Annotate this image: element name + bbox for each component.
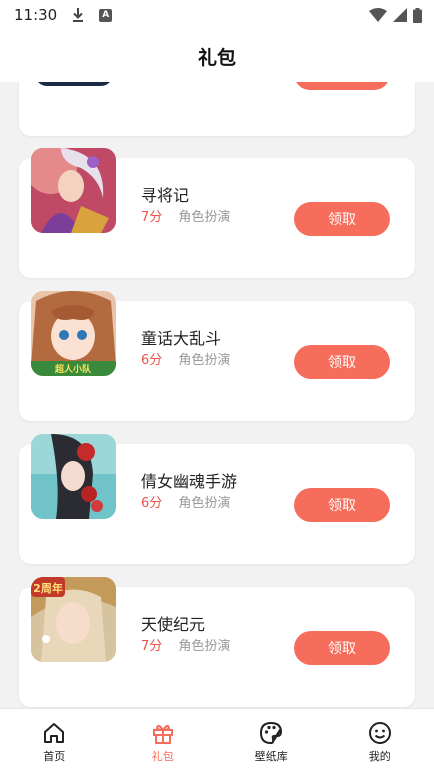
gift-icon [151, 721, 175, 745]
tab-mine[interactable]: 我的 [326, 709, 434, 774]
game-name: 天使纪元 [141, 611, 205, 635]
game-name: 童话大乱斗 [141, 325, 221, 349]
gift-card: 倩女幽魂手游 6分 角色扮演 领取 [19, 444, 415, 564]
wifi-icon [369, 8, 387, 22]
game-category: 角色扮演 [178, 639, 230, 654]
claim-button-partial[interactable] [294, 82, 390, 90]
tab-wallpaper[interactable]: 壁纸库 [217, 709, 326, 774]
thumb-badge-text: 2周年 [33, 581, 63, 595]
game-name: 寻将记 [141, 182, 189, 206]
game-meta: 7分 角色扮演 [141, 206, 230, 225]
signal-icon [393, 8, 407, 22]
download-icon [71, 7, 85, 23]
bottom-tab-bar: 首页 礼包 壁纸库 我的 [0, 708, 434, 774]
gift-card-partial [19, 82, 415, 136]
tab-label: 我的 [369, 748, 391, 764]
game-category: 角色扮演 [178, 496, 230, 511]
game-meta: 6分 角色扮演 [141, 349, 230, 368]
gift-card: 超人小队 童话大乱斗 6分 角色扮演 领取 [19, 301, 415, 421]
thumb-badge-text: 超人小队 [54, 363, 92, 375]
game-icon-tonghuadaluandou: 超人小队 [31, 291, 116, 376]
gift-list[interactable]: 寻将记 7分 角色扮演 领取 超人小队 童话大乱斗 6分 角色扮演 领取 [0, 82, 434, 708]
status-bar: 11:30 A [0, 0, 434, 30]
game-name: 倩女幽魂手游 [141, 468, 237, 492]
smiley-icon [368, 721, 392, 745]
page-header: 礼包 [0, 30, 434, 82]
gift-card: 寻将记 7分 角色扮演 领取 [19, 158, 415, 278]
app-badge-icon: A [99, 9, 112, 22]
game-score: 7分 [141, 210, 162, 225]
tab-label: 首页 [43, 748, 65, 764]
palette-icon [259, 721, 283, 745]
app-badge-letter: A [102, 10, 109, 20]
home-icon [42, 721, 66, 745]
claim-button[interactable]: 领取 [294, 488, 390, 522]
battery-icon [413, 8, 422, 23]
page-title: 礼包 [198, 43, 236, 70]
tab-home[interactable]: 首页 [0, 709, 109, 774]
game-score: 6分 [141, 496, 162, 511]
game-meta: 6分 角色扮演 [141, 492, 230, 511]
claim-button[interactable]: 领取 [294, 202, 390, 236]
status-time: 11:30 [14, 6, 57, 24]
game-score: 6分 [141, 353, 162, 368]
game-score: 7分 [141, 639, 162, 654]
game-category: 角色扮演 [178, 353, 230, 368]
game-thumbnail-partial [35, 82, 113, 86]
claim-button[interactable]: 领取 [294, 345, 390, 379]
game-meta: 7分 角色扮演 [141, 635, 230, 654]
claim-button[interactable]: 领取 [294, 631, 390, 665]
game-icon-xunjiangji [31, 148, 116, 233]
tab-label: 壁纸库 [255, 748, 288, 764]
game-icon-tianshijiyuan: 2周年 [31, 577, 116, 662]
game-category: 角色扮演 [178, 210, 230, 225]
tab-gift[interactable]: 礼包 [109, 709, 218, 774]
gift-card: 2周年 天使纪元 7分 角色扮演 领取 [19, 587, 415, 707]
game-icon-qiannvyouhun [31, 434, 116, 519]
tab-label: 礼包 [152, 748, 174, 764]
